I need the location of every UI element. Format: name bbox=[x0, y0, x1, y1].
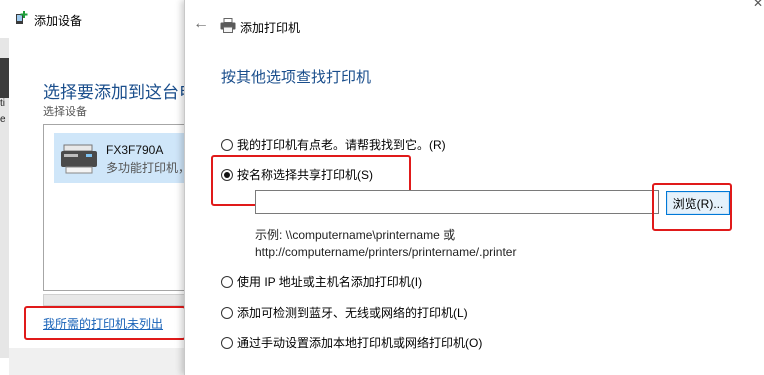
add-printer-window: ✕ ← 添加打印机 按其他选项查找打印机 我的打印机有点老。请帮我找到它。(R)… bbox=[184, 0, 764, 375]
add-device-footer bbox=[9, 348, 190, 375]
device-name: FX3F790A bbox=[106, 143, 164, 157]
close-icon[interactable]: ✕ bbox=[753, 0, 763, 10]
option-label: 添加可检测到蓝牙、无线或网络的打印机(L) bbox=[237, 306, 468, 320]
device-type: 多功能打印机，显 bbox=[106, 161, 190, 175]
background-window-edge: ti e bbox=[0, 38, 9, 358]
option-old-printer[interactable]: 我的打印机有点老。请帮我找到它。(R) bbox=[221, 136, 446, 153]
highlight-box bbox=[24, 306, 186, 340]
add-device-icon bbox=[14, 10, 30, 31]
option-bluetooth-wireless-network[interactable]: 添加可检测到蓝牙、无线或网络的打印机(L) bbox=[221, 304, 468, 321]
device-item[interactable]: FX3F790A 多功能打印机，显 bbox=[54, 133, 190, 183]
device-list[interactable]: FX3F790A 多功能打印机，显 bbox=[43, 124, 190, 291]
option-label: 使用 IP 地址或主机名添加打印机(I) bbox=[237, 275, 423, 289]
highlight-box bbox=[652, 183, 732, 231]
example-line: http://computername/printers/printername… bbox=[255, 245, 517, 259]
radio-button[interactable] bbox=[221, 306, 233, 319]
shared-printer-name-input[interactable] bbox=[255, 190, 659, 214]
add-device-heading: 选择要添加到这台电 bbox=[43, 83, 190, 102]
select-device-label: 选择设备 bbox=[43, 106, 87, 118]
radio-button[interactable] bbox=[221, 336, 233, 349]
find-printer-heading: 按其他选项查找打印机 bbox=[221, 69, 372, 86]
device-list-scrollbar[interactable] bbox=[43, 294, 190, 306]
add-device-titlebar: 添加设备 bbox=[14, 10, 82, 30]
printer-icon bbox=[220, 18, 236, 38]
example-line: 示例: \\computername\printername 或 bbox=[255, 228, 456, 242]
option-manual-local-network[interactable]: 通过手动设置添加本地打印机或网络打印机(O) bbox=[221, 334, 482, 351]
add-printer-title: 添加打印机 bbox=[240, 21, 301, 35]
option-label: 通过手动设置添加本地打印机或网络打印机(O) bbox=[237, 336, 483, 350]
option-ip-address[interactable]: 使用 IP 地址或主机名添加打印机(I) bbox=[221, 273, 422, 290]
background-text-fragment: e bbox=[0, 114, 6, 125]
example-text: 示例: \\computername\printername 或 http://… bbox=[255, 227, 516, 261]
background-text-fragment: ti bbox=[0, 98, 5, 109]
option-label: 我的打印机有点老。请帮我找到它。(R) bbox=[237, 138, 446, 152]
add-device-window: ti e 添加设备 选择要添加到这台电 选择设备 FX3F790A 多功能打印机… bbox=[0, 0, 190, 375]
add-device-title: 添加设备 bbox=[34, 13, 83, 28]
radio-button[interactable] bbox=[221, 275, 233, 288]
radio-button[interactable] bbox=[221, 138, 233, 151]
multifunction-printer-icon bbox=[60, 143, 100, 180]
background-window-block bbox=[0, 58, 9, 98]
back-arrow-icon[interactable]: ← bbox=[193, 15, 209, 33]
